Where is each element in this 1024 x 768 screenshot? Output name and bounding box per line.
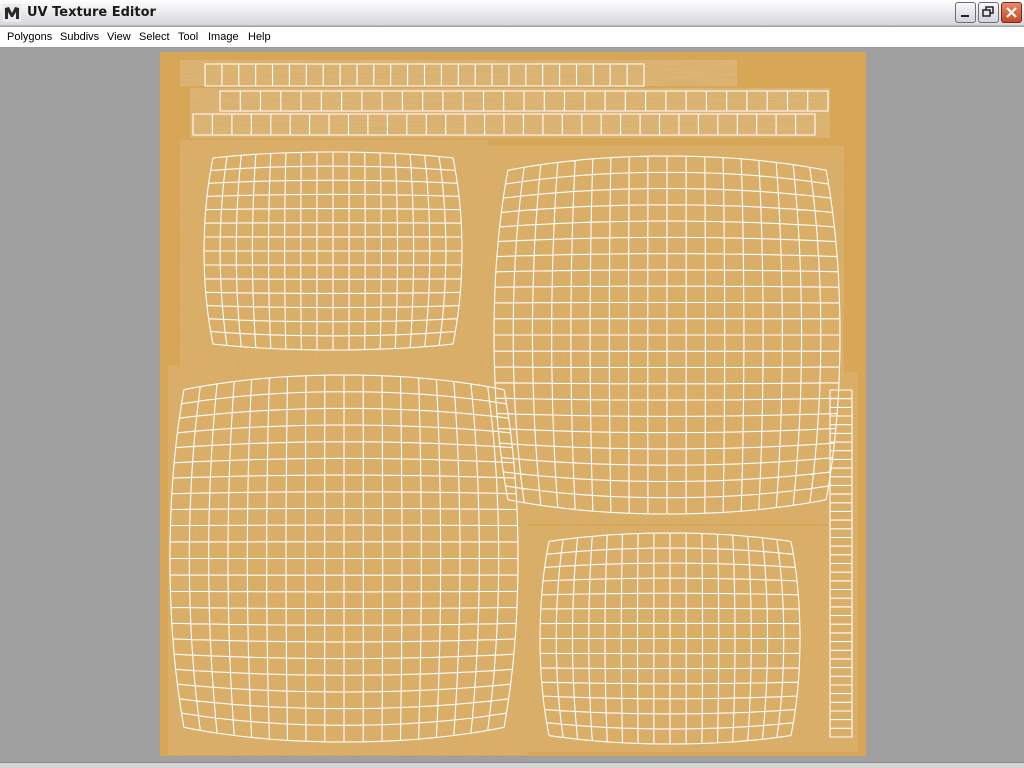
status-strip — [0, 762, 1024, 768]
menu-tool[interactable]: Tool — [178, 31, 198, 43]
title-bar[interactable]: UV Texture Editor — [0, 0, 1024, 26]
menu-view[interactable]: View — [107, 31, 131, 43]
close-button[interactable] — [1001, 2, 1022, 23]
uv-strip-vertical — [829, 389, 853, 738]
maya-app-icon — [3, 4, 21, 22]
restore-button[interactable] — [978, 2, 999, 23]
menu-bar: Polygons Subdivs View Select Tool Image … — [0, 27, 1024, 48]
uv-shell-top-left — [203, 151, 463, 351]
window-title: UV Texture Editor — [27, 5, 156, 20]
menu-polygons[interactable]: Polygons — [7, 31, 52, 43]
menu-help[interactable]: Help — [248, 31, 271, 43]
minimize-icon — [961, 15, 969, 17]
menu-select[interactable]: Select — [139, 31, 170, 43]
uv-texture-canvas[interactable] — [160, 52, 866, 756]
menu-subdivs[interactable]: Subdivs — [60, 31, 99, 43]
wood-texture-regions — [168, 60, 858, 755]
menu-image[interactable]: Image — [208, 31, 239, 43]
minimize-button[interactable] — [955, 2, 976, 23]
restore-icon — [982, 6, 994, 17]
close-icon — [1006, 7, 1017, 18]
